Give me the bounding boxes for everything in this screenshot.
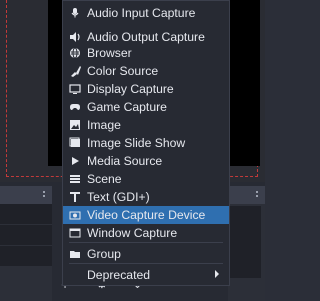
list-item[interactable] (0, 204, 52, 225)
menu-item-label: Window Capture (87, 226, 178, 240)
menu-item-label: Deprecated (87, 268, 151, 282)
speaker-icon (68, 30, 82, 44)
play-icon (68, 154, 82, 168)
menu-item-label: Game Capture (87, 100, 167, 114)
scenes-dock (0, 186, 52, 301)
menu-item-browser[interactable]: Browser (63, 44, 229, 62)
menu-item-audio-input-capture[interactable]: Audio Input Capture (63, 4, 229, 22)
menu-item-scene[interactable]: Scene (63, 170, 229, 188)
microphone-icon (68, 6, 82, 20)
add-source-context-menu: Audio Input Capture Audio Output Capture… (62, 0, 230, 286)
menu-item-label: Video Capture Device (87, 208, 206, 222)
scene-list[interactable] (0, 204, 52, 267)
menu-item-image[interactable]: Image (63, 116, 229, 134)
list-item[interactable] (0, 246, 52, 267)
camera-icon (68, 208, 82, 222)
menu-item-label: Group (87, 247, 121, 261)
image-icon (68, 118, 82, 132)
menu-item-group[interactable]: Group (63, 245, 229, 263)
menu-item-label: Image (87, 118, 121, 132)
mixer-dock (228, 186, 265, 301)
menu-item-label: Text (GDI+) (87, 190, 150, 204)
menu-item-label: Media Source (87, 154, 163, 168)
monitor-icon (68, 82, 82, 96)
menu-item-media-source[interactable]: Media Source (63, 152, 229, 170)
menu-item-label: Browser (87, 46, 132, 60)
globe-icon (68, 46, 82, 60)
paint-brush-icon (68, 64, 82, 78)
images-icon (68, 136, 82, 150)
menu-separator (69, 263, 223, 264)
menu-separator (69, 242, 223, 243)
menu-item-label: Audio Input Capture (87, 6, 196, 20)
menu-item-color-source[interactable]: Color Source (63, 62, 229, 80)
folder-icon (68, 247, 82, 261)
menu-item-deprecated[interactable]: Deprecated (63, 266, 229, 284)
menu-item-label: Color Source (87, 64, 159, 78)
menu-item-label: Display Capture (87, 82, 174, 96)
menu-item-label: Scene (87, 172, 122, 186)
menu-item-text-gdi[interactable]: Text (GDI+) (63, 188, 229, 206)
menu-item-label: Audio Output Capture (87, 30, 205, 44)
dock-grip-icon[interactable] (256, 191, 261, 197)
mixer-panel[interactable] (228, 206, 261, 278)
gamepad-icon (68, 100, 82, 114)
menu-item-window-capture[interactable]: Window Capture (63, 224, 229, 242)
empty-icon-slot (68, 268, 82, 282)
dock-title-bar[interactable] (0, 186, 52, 204)
dock-grip-icon[interactable] (43, 191, 48, 197)
menu-item-display-capture[interactable]: Display Capture (63, 80, 229, 98)
menu-item-label: Image Slide Show (87, 136, 186, 150)
text-icon (68, 190, 82, 204)
menu-item-game-capture[interactable]: Game Capture (63, 98, 229, 116)
list-item[interactable] (0, 225, 52, 246)
dock-title-bar[interactable] (228, 186, 265, 204)
list-icon (68, 172, 82, 186)
menu-item-video-capture-device[interactable]: Video Capture Device (63, 206, 229, 224)
menu-item-image-slide-show[interactable]: Image Slide Show (63, 134, 229, 152)
window-icon (68, 226, 82, 240)
submenu-arrow-icon (215, 270, 219, 278)
